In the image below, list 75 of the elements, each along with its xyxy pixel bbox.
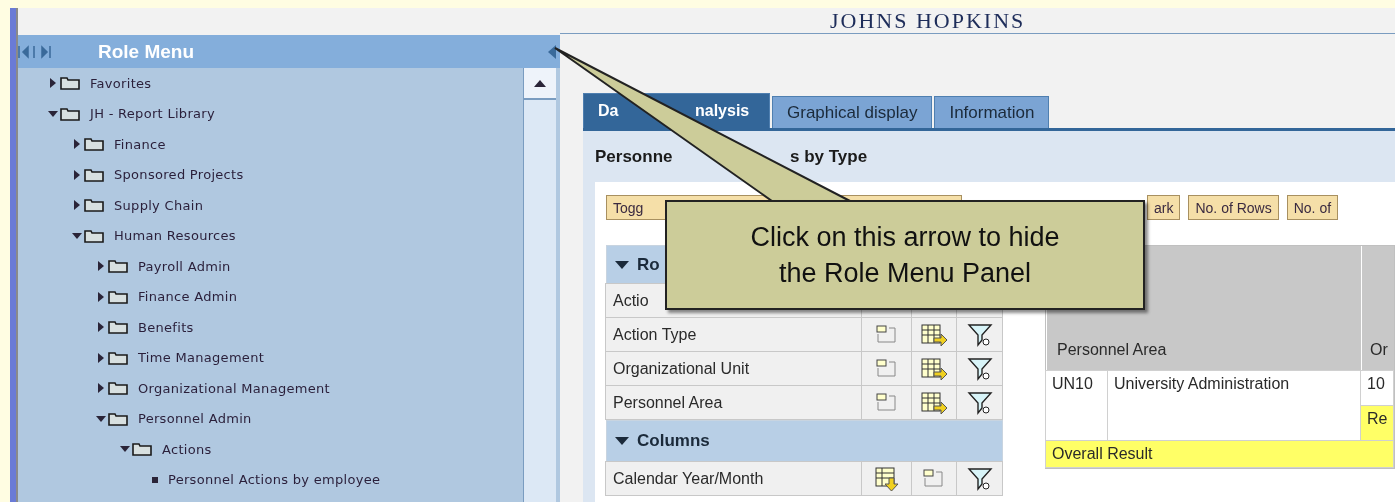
caret-right-icon[interactable] bbox=[72, 169, 82, 180]
folder-icon bbox=[84, 198, 104, 213]
characteristic-label: Calendar Year/Month bbox=[605, 461, 862, 496]
tree-item[interactable]: Sponsored Projects bbox=[114, 167, 244, 183]
drilldown-icon[interactable] bbox=[874, 323, 899, 346]
filter-icon[interactable] bbox=[966, 355, 993, 382]
caret-right-icon[interactable] bbox=[96, 291, 106, 302]
folder-icon bbox=[84, 228, 104, 243]
caret-down-icon[interactable] bbox=[96, 413, 106, 424]
tree-item[interactable]: Organizational Management bbox=[138, 380, 330, 396]
filter-icon[interactable] bbox=[966, 389, 993, 416]
scroll-up-button[interactable] bbox=[524, 68, 556, 100]
university-logo: JOHNS HOPKINS bbox=[830, 9, 1026, 33]
tree-item[interactable]: Personnel Admin bbox=[138, 411, 252, 427]
panel-title: Role Menu bbox=[98, 40, 196, 63]
tab[interactable]: Graphical display bbox=[772, 96, 933, 128]
caret-down-icon[interactable] bbox=[615, 436, 629, 446]
folder-icon bbox=[108, 289, 128, 304]
folder-icon bbox=[60, 76, 80, 91]
caret-right-icon[interactable] bbox=[96, 352, 106, 363]
table-down-icon[interactable] bbox=[873, 465, 900, 492]
column-header: Or bbox=[1361, 246, 1394, 371]
caret-right-icon[interactable] bbox=[96, 261, 106, 272]
folder-icon bbox=[108, 411, 128, 426]
tree-item[interactable]: Human Resources bbox=[114, 228, 236, 244]
table-arrow-icon[interactable] bbox=[920, 356, 948, 381]
folder-icon bbox=[108, 350, 128, 365]
folder-icon bbox=[60, 106, 80, 121]
toolbar-button[interactable]: No. of bbox=[1286, 195, 1339, 220]
table-cell: UN10 bbox=[1045, 370, 1108, 441]
section-header[interactable]: Columns bbox=[606, 420, 1003, 462]
caret-down-icon[interactable] bbox=[48, 108, 58, 119]
folder-icon bbox=[132, 442, 152, 457]
scroll-up-icon bbox=[534, 79, 546, 87]
drilldown-icon[interactable] bbox=[922, 467, 946, 490]
bullet-icon bbox=[152, 476, 158, 483]
caret-right-icon[interactable] bbox=[96, 383, 106, 394]
characteristic-label: Action Type bbox=[605, 317, 862, 352]
tree-item[interactable]: Benefits bbox=[138, 319, 194, 335]
caret-right-icon[interactable] bbox=[72, 200, 82, 211]
tree-item[interactable]: Finance bbox=[114, 136, 166, 152]
tree-item[interactable]: Finance Admin bbox=[138, 289, 238, 305]
caret-right-icon[interactable] bbox=[72, 139, 82, 150]
folder-icon bbox=[108, 320, 128, 335]
tree-item[interactable]: Personnel Actions by employee bbox=[168, 472, 381, 488]
filter-icon[interactable] bbox=[966, 321, 993, 348]
table-arrow-icon[interactable] bbox=[920, 322, 948, 347]
tab[interactable]: Information bbox=[934, 96, 1050, 128]
table-cell: Overall Result bbox=[1045, 440, 1394, 468]
folder-icon bbox=[84, 137, 104, 152]
table-cell: 10 bbox=[1360, 370, 1394, 406]
tree-item[interactable]: Supply Chain bbox=[114, 197, 204, 213]
caret-right-icon[interactable] bbox=[96, 322, 106, 333]
report-title: Personne s by Type bbox=[595, 145, 869, 168]
drilldown-icon[interactable] bbox=[874, 357, 899, 380]
caret-right-icon[interactable] bbox=[48, 78, 58, 89]
folder-icon bbox=[84, 167, 104, 182]
tree-item[interactable]: Time Management bbox=[138, 350, 265, 366]
filter-icon[interactable] bbox=[966, 465, 993, 492]
tree-item[interactable]: Actions bbox=[162, 441, 212, 457]
folder-icon bbox=[108, 381, 128, 396]
toolbar-button[interactable]: No. of Rows bbox=[1188, 195, 1279, 220]
caret-down-icon[interactable] bbox=[72, 230, 82, 241]
tree-item[interactable]: Payroll Admin bbox=[138, 258, 231, 274]
table-cell: Re bbox=[1360, 405, 1394, 441]
table-arrow-icon[interactable] bbox=[920, 390, 948, 415]
characteristic-label: Organizational Unit bbox=[605, 351, 862, 386]
tree-item[interactable]: JH - Report Library bbox=[90, 106, 215, 122]
toolbar-button[interactable]: ark bbox=[1147, 195, 1181, 220]
characteristic-label: Personnel Area bbox=[605, 385, 862, 420]
folder-icon bbox=[108, 259, 128, 274]
tree-item[interactable]: Favorites bbox=[90, 75, 152, 91]
hide-panel-arrow-icon[interactable] bbox=[546, 43, 558, 60]
caret-down-icon[interactable] bbox=[615, 259, 629, 270]
drilldown-icon[interactable] bbox=[874, 391, 899, 414]
